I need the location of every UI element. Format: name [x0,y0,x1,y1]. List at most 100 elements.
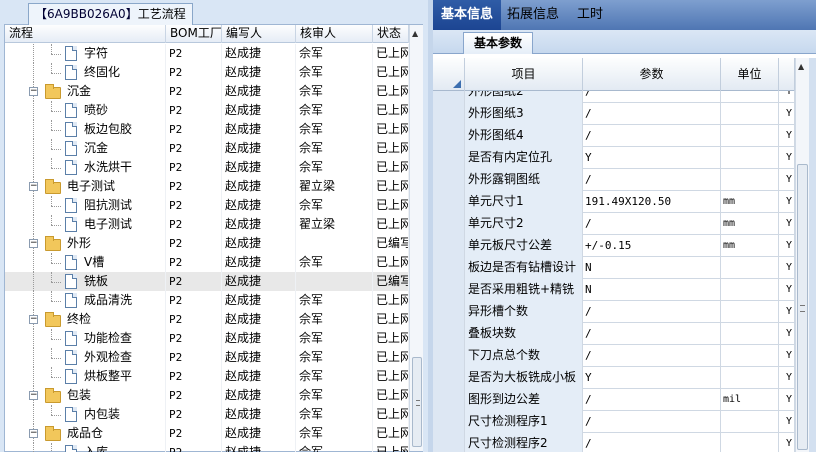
param-cell[interactable]: / [583,411,721,433]
param-cell[interactable]: 191.49X120.50 [583,191,721,213]
row-indicator[interactable] [433,125,465,147]
unit-cell[interactable] [721,323,779,345]
row-indicator[interactable] [433,147,465,169]
params-row[interactable]: 外形图纸3/ Y [433,103,795,125]
unit-cell[interactable]: mm [721,191,779,213]
tree-node[interactable]: 内包装 [5,405,166,424]
tree-node[interactable]: 烘板整平 [5,367,166,386]
tree-row[interactable]: V槽 P2 赵成捷 佘军 已上网 [5,253,409,272]
tree-node[interactable]: 电子测试 [5,215,166,234]
collapse-toggle-icon[interactable]: − [29,239,38,248]
row-indicator[interactable] [433,91,465,103]
param-cell[interactable]: / [583,301,721,323]
unit-cell[interactable] [721,91,779,103]
tree-node[interactable]: − 终检 [5,310,166,329]
param-cell[interactable]: / [583,169,721,191]
tree-row[interactable]: − 外形 P2 赵成捷 已编写 [5,234,409,253]
unit-cell[interactable] [721,169,779,191]
row-indicator[interactable] [433,257,465,279]
unit-cell[interactable] [721,411,779,433]
param-cell[interactable]: / [583,345,721,367]
param-cell[interactable]: / [583,323,721,345]
tree-node[interactable]: 功能检查 [5,329,166,348]
col-header-process[interactable]: 流程 [5,25,166,43]
tree-row[interactable]: 内包装 P2 赵成捷 佘军 已上网 [5,405,409,424]
params-row[interactable]: 叠板块数 / Y [433,323,795,345]
col-header-writer[interactable]: 编写人 [222,25,296,43]
tree-row[interactable]: − 沉金 P2 赵成捷 佘军 已上网 [5,82,409,101]
tree-node[interactable]: 板边包胶 [5,120,166,139]
unit-cell[interactable] [721,147,779,169]
param-cell[interactable]: / [583,433,721,452]
params-row[interactable]: 尺寸检测程序1/ Y [433,411,795,433]
tree-node[interactable]: 水洗烘干 [5,158,166,177]
tree-row[interactable]: 沉金 P2 赵成捷 佘军 已上网 [5,139,409,158]
row-indicator[interactable] [433,213,465,235]
row-indicator[interactable] [433,235,465,257]
col-header-extra[interactable] [779,58,795,91]
collapse-toggle-icon[interactable]: − [29,87,38,96]
row-indicator[interactable] [433,103,465,125]
param-cell[interactable]: N [583,257,721,279]
params-row[interactable]: 是否为大板铣成小板 Y Y [433,367,795,389]
col-header-item[interactable]: 项目 [465,58,583,91]
unit-cell[interactable] [721,257,779,279]
tree-node[interactable]: V槽 [5,253,166,272]
unit-cell[interactable] [721,125,779,147]
tree-vertical-scrollbar[interactable]: ▲ [409,25,423,451]
params-row[interactable]: 单元板尺寸公差 +/-0.15 mm Y [433,235,795,257]
param-cell[interactable]: +/-0.15 [583,235,721,257]
row-indicator[interactable] [433,433,465,452]
row-indicator[interactable] [433,279,465,301]
params-row[interactable]: 单元尺寸1 191.49X120.50 mm Y [433,191,795,213]
tree-node[interactable]: − 包装 [5,386,166,405]
scroll-up-arrow-icon[interactable]: ▲ [798,62,804,71]
unit-cell[interactable] [721,367,779,389]
unit-cell[interactable]: mil [721,389,779,411]
row-indicator[interactable] [433,367,465,389]
row-indicator[interactable] [433,169,465,191]
col-header-reviewer[interactable]: 核审人 [296,25,373,43]
tree-row[interactable]: 字符 P2 赵成捷 佘军 已上网 [5,44,409,63]
row-indicator[interactable] [433,345,465,367]
unit-cell[interactable] [721,345,779,367]
tree-row[interactable]: − 电子测试 P2 赵成捷 翟立梁 已上网 [5,177,409,196]
row-indicator[interactable] [433,323,465,345]
row-indicator-header[interactable] [433,58,465,91]
col-header-param[interactable]: 参数 [583,58,721,91]
param-cell[interactable]: N [583,279,721,301]
tree-node[interactable]: 字符 [5,44,166,63]
params-row[interactable]: 下刀点总个数 / Y [433,345,795,367]
tree-scroll-thumb[interactable] [412,357,422,447]
col-header-unit[interactable]: 单位 [721,58,779,91]
tree-node[interactable]: − 成品仓 [5,424,166,443]
tree-row[interactable]: 铣板 P2 赵成捷 已编写 [5,272,409,291]
params-row[interactable]: 单元尺寸2/mm Y [433,213,795,235]
unit-cell[interactable]: mm [721,235,779,257]
tree-row[interactable]: 水洗烘干 P2 赵成捷 佘军 已上网 [5,158,409,177]
collapse-toggle-icon[interactable]: − [29,391,38,400]
tree-row[interactable]: 功能检查 P2 赵成捷 佘军 已上网 [5,329,409,348]
row-indicator[interactable] [433,411,465,433]
tree-node[interactable]: 成品清洗 [5,291,166,310]
col-header-bom[interactable]: BOM工厂 [166,25,222,43]
row-indicator[interactable] [433,301,465,323]
params-row[interactable]: 是否有内定位孔 Y Y [433,147,795,169]
params-row[interactable]: 外形图纸2/ Y [433,91,795,103]
params-row[interactable]: 板边是否有钻槽设计 N Y [433,257,795,279]
tree-node[interactable]: 外观检查 [5,348,166,367]
tree-row[interactable]: 电子测试 P2 赵成捷 翟立梁 已上网 [5,215,409,234]
collapse-toggle-icon[interactable]: − [29,182,38,191]
tree-row[interactable]: − 成品仓 P2 赵成捷 佘军 已上网 [5,424,409,443]
tree-row[interactable]: − 包装 P2 赵成捷 佘军 已上网 [5,386,409,405]
tree-node[interactable]: 终固化 [5,63,166,82]
tree-row[interactable]: 烘板整平 P2 赵成捷 佘军 已上网 [5,367,409,386]
unit-cell[interactable] [721,103,779,125]
tree-row[interactable]: 外观检查 P2 赵成捷 佘军 已上网 [5,348,409,367]
tree-row[interactable]: 成品清洗 P2 赵成捷 佘军 已上网 [5,291,409,310]
tree-node[interactable]: 入库 [5,443,166,452]
tree-node[interactable]: − 电子测试 [5,177,166,196]
row-indicator[interactable] [433,389,465,411]
param-cell[interactable]: / [583,91,721,103]
tab-work-hours[interactable]: 工时 [569,0,611,30]
